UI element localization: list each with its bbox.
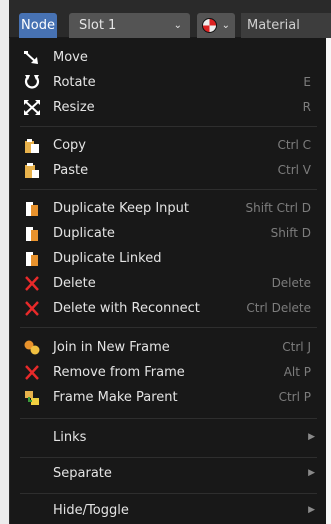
menu-item-shortcut: Alt P <box>283 365 311 379</box>
move-arrow-icon <box>23 49 41 66</box>
menu-item-shortcut: Delete <box>271 276 311 290</box>
menu-item-duplicate-keep-input[interactable]: Duplicate Keep Input Shift Ctrl D <box>10 196 327 221</box>
menu-item-label: Paste <box>53 163 89 178</box>
duplicate-linked-icon <box>23 250 41 267</box>
menu-item-move[interactable]: Move <box>10 45 327 70</box>
menu-item-duplicate[interactable]: Duplicate Shift D <box>10 221 327 246</box>
menu-item-shortcut: Ctrl C <box>277 138 311 152</box>
menu-item-label: Rotate <box>53 75 96 90</box>
slot-dropdown[interactable]: Slot 1 ⌄ <box>69 13 190 38</box>
submenu-arrow-icon: ▶ <box>308 468 315 478</box>
menu-item-label: Links <box>53 430 87 445</box>
menu-separator <box>20 457 317 458</box>
resize-icon <box>23 99 41 116</box>
menu-item-label: Join in New Frame <box>53 340 170 355</box>
delete-x-icon <box>23 300 41 317</box>
menu-item-remove-from-frame[interactable]: Remove from Frame Alt P <box>10 360 327 385</box>
menu-item-delete-with-reconnect[interactable]: Delete with Reconnect Ctrl Delete <box>10 296 327 321</box>
submenu-arrow-icon: ▶ <box>308 505 315 515</box>
menu-item-shortcut: Ctrl P <box>278 390 311 404</box>
menu-item-label: Delete with Reconnect <box>53 301 200 316</box>
menu-item-label: Duplicate Keep Input <box>53 201 189 216</box>
material-label: Material <box>241 13 331 38</box>
rotate-icon <box>23 74 41 91</box>
menu-item-delete[interactable]: Delete Delete <box>10 271 327 296</box>
material-type-dropdown[interactable]: ⌄ <box>197 13 235 38</box>
menu-separator <box>20 418 317 419</box>
delete-x-icon <box>23 275 41 292</box>
menu-item-label: Hide/Toggle <box>53 503 129 518</box>
menu-separator <box>20 327 317 328</box>
slot-dropdown-label: Slot 1 <box>79 18 117 33</box>
duplicate-icon <box>23 225 41 242</box>
menu-item-paste[interactable]: Paste Ctrl V <box>10 158 327 183</box>
menu-item-label: Resize <box>53 100 95 115</box>
menu-item-join-in-new-frame[interactable]: Join in New Frame Ctrl J <box>10 335 327 360</box>
menu-item-rotate[interactable]: Rotate E <box>10 70 327 95</box>
menu-separator <box>20 189 317 190</box>
node-menu: Move Rotate E Resize R Copy Ctrl C Paste… <box>9 38 326 524</box>
menu-item-shortcut: E <box>303 75 311 89</box>
menu-item-label: Move <box>53 50 88 65</box>
chevron-down-icon: ⌄ <box>173 20 182 31</box>
menu-item-links[interactable]: Links ▶ <box>10 425 327 450</box>
menu-item-shortcut: Ctrl Delete <box>246 301 311 315</box>
copy-icon <box>23 137 41 154</box>
menu-item-shortcut: Shift Ctrl D <box>245 201 312 215</box>
menu-separator <box>20 126 317 127</box>
menu-item-shortcut: Ctrl V <box>277 163 311 177</box>
menu-item-label: Delete <box>53 276 96 291</box>
paste-icon <box>23 162 41 179</box>
menu-item-label: Frame Make Parent <box>53 390 178 405</box>
menu-item-shortcut: R <box>302 100 311 114</box>
menu-item-label: Duplicate Linked <box>53 251 162 266</box>
node-menu-button[interactable]: Node <box>19 13 57 38</box>
menu-item-label: Duplicate <box>53 226 115 241</box>
menu-item-frame-make-parent[interactable]: Frame Make Parent Ctrl P <box>10 385 327 410</box>
menu-item-label: Copy <box>53 138 86 153</box>
menu-item-shortcut: Shift D <box>270 226 311 240</box>
frame-parent-icon <box>23 389 41 406</box>
delete-x-icon <box>23 364 41 381</box>
menu-separator <box>20 493 317 494</box>
menu-item-duplicate-linked[interactable]: Duplicate Linked <box>10 246 327 271</box>
menu-item-label: Remove from Frame <box>53 365 185 380</box>
menu-item-resize[interactable]: Resize R <box>10 95 327 120</box>
left-gutter <box>0 0 9 524</box>
chevron-down-icon: ⌄ <box>221 20 230 31</box>
menu-item-label: Separate <box>53 466 112 481</box>
editor-header: Node Slot 1 ⌄ ⌄ Material <box>9 0 331 38</box>
duplicate-icon <box>23 200 41 217</box>
material-ball-icon <box>202 18 217 33</box>
menu-item-shortcut: Ctrl J <box>282 340 311 354</box>
menu-item-separate[interactable]: Separate ▶ <box>10 461 327 486</box>
menu-item-hide-toggle[interactable]: Hide/Toggle ▶ <box>10 498 327 523</box>
menu-item-copy[interactable]: Copy Ctrl C <box>10 133 327 158</box>
join-frame-icon <box>23 339 41 356</box>
submenu-arrow-icon: ▶ <box>308 432 315 442</box>
